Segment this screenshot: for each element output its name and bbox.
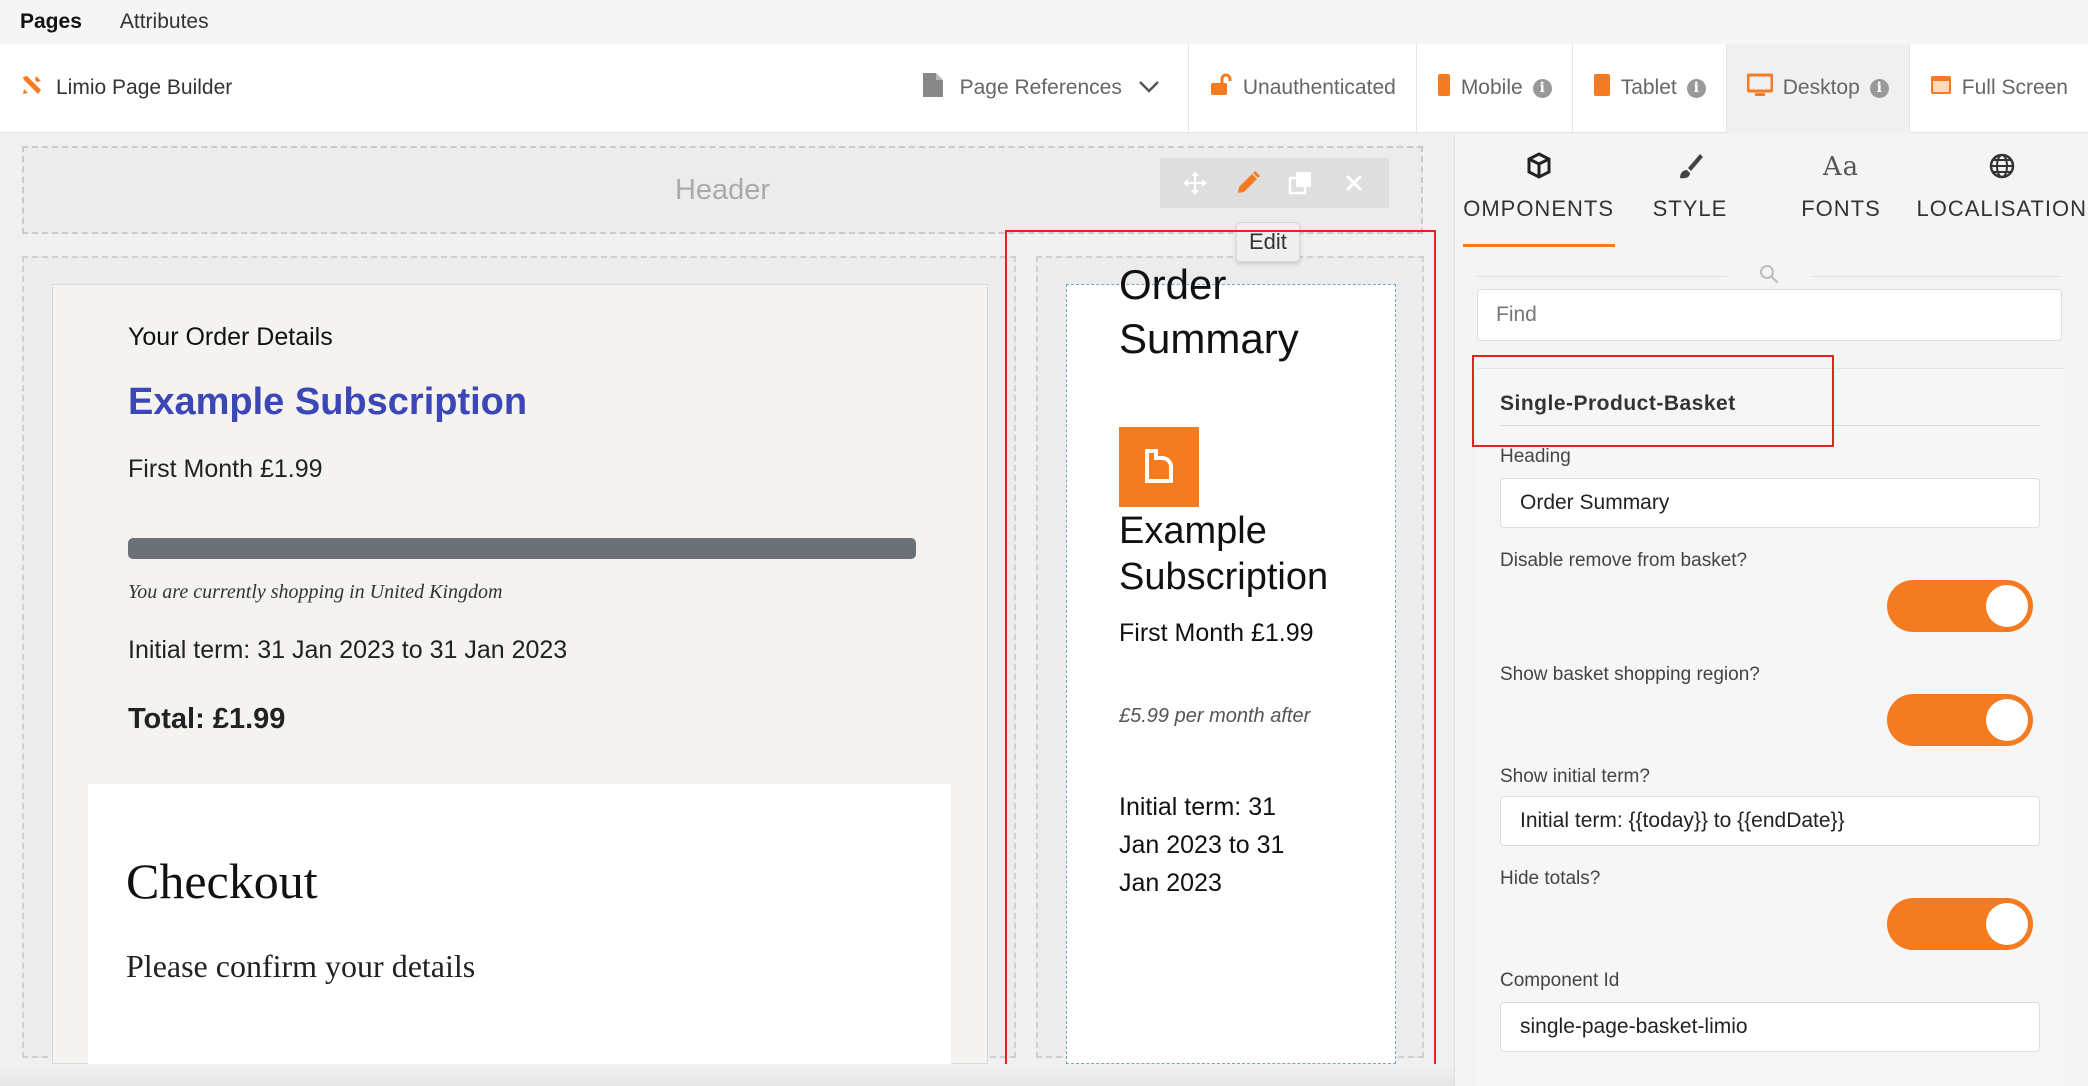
info-icon[interactable]: i [1686,78,1706,98]
search-icon [1759,264,1779,289]
duplicate-icon[interactable] [1281,163,1321,203]
page-references-dropdown[interactable]: Page References [902,44,1188,133]
tab-localisation-label: LOCALISATION [1917,196,2087,221]
toolbar: Limio Page Builder Page References Unaut… [0,43,2088,133]
summary-initial-term: Initial term: 31 Jan 2023 to 31 Jan 2023 [1119,793,1285,897]
properties-panel: COMPONENTS STYLE Aa FONTS LOCALISATION [1454,134,2088,1086]
full-screen-button[interactable]: Full Screen [1908,43,2088,133]
brand: Limio Page Builder [0,73,232,103]
hide-totals-label: Hide totals? [1500,868,1601,889]
divider-bar [128,538,916,559]
component-id-label: Component Id [1500,970,1620,991]
config-divider [1500,425,2040,426]
summary-after-price: £5.99 per month after [1119,705,1311,727]
tab-components-label: COMPONENTS [1464,196,1614,221]
panel-tabs: COMPONENTS STYLE Aa FONTS LOCALISATION [1455,134,2088,249]
tab-components[interactable]: COMPONENTS [1464,152,1614,222]
initial-term-text: Initial term: 31 Jan 2023 to 31 Jan 2023 [128,636,568,664]
component-name: Single-Product-Basket [1500,392,1736,415]
tab-fonts[interactable]: Aa FONTS [1766,152,1916,222]
auth-toggle-button[interactable]: Unauthenticated [1187,43,1416,133]
desktop-label: Desktop [1782,76,1860,99]
find-input[interactable]: Find [1477,289,2062,341]
total-text: Total: £1.99 [128,703,286,735]
summary-product-name: Example Subscription [1119,510,1329,598]
mobile-label: Mobile [1460,76,1523,99]
initial-term-label: Show initial term? [1500,766,1650,787]
font-icon: Aa [1822,152,1860,182]
tablet-view-button[interactable]: Tablet i [1571,43,1726,133]
product-title: Example Subscription [128,381,528,423]
info-icon[interactable]: i [1869,78,1889,98]
component-toolbar [1160,158,1389,208]
tab-style-label: STYLE [1652,196,1728,221]
heading-field[interactable]: Order Summary [1500,478,2040,528]
main-column-slot[interactable]: Your Order Details Example Subscription … [22,256,1016,1084]
page-references-label: Page References [959,76,1122,99]
close-icon[interactable] [1334,163,1374,203]
move-icon[interactable] [1175,163,1215,203]
globe-icon [1917,152,2087,182]
unauthenticated-label: Unauthenticated [1242,76,1396,99]
find-divider [1477,264,2061,288]
tablet-icon [1593,73,1611,103]
header-placeholder: Header [674,173,771,206]
canvas-bottom-edge [0,1064,1454,1086]
menu-attributes[interactable]: Attributes [120,10,209,34]
tab-fonts-label: FONTS [1801,196,1881,221]
edit-tooltip: Edit [1236,222,1300,262]
desktop-view-button[interactable]: Desktop i [1725,43,1909,133]
brand-name: Limio Page Builder [56,76,233,99]
sidebar-column-slot[interactable] [1036,256,1424,1064]
show-region-toggle[interactable] [1887,694,2033,746]
full-screen-label: Full Screen [1961,76,2068,99]
product-price: First Month £1.99 [128,455,323,483]
checkout-title: Checkout [126,853,318,909]
tools-icon [20,73,44,103]
tab-style[interactable]: STYLE [1615,152,1765,222]
cube-icon [1464,152,1614,182]
component-id-field[interactable]: single-page-basket-limio [1500,1002,2040,1052]
disable-remove-label: Disable remove from basket? [1500,550,1748,571]
shopping-region-text: You are currently shopping in United Kin… [128,581,503,603]
disable-remove-toggle[interactable] [1887,580,2033,632]
window-icon [1930,75,1952,101]
mobile-view-button[interactable]: Mobile i [1415,43,1572,133]
order-summary-component[interactable] [1066,284,1396,1064]
document-icon [922,72,944,104]
initial-term-field[interactable]: Initial term: {{today}} to {{endDate}} [1500,796,2040,846]
checkout-subtitle: Please confirm your details [126,948,476,984]
edit-icon[interactable] [1228,163,1268,203]
summary-product-price: First Month £1.99 [1119,619,1314,647]
show-region-label: Show basket shopping region? [1500,664,1760,685]
heading-label: Heading [1500,446,1571,467]
top-menu: Pages Attributes [0,0,2088,44]
mobile-icon [1437,73,1451,103]
checkout-component[interactable]: Checkout Please confirm your details [88,784,951,1084]
brush-icon [1615,152,1765,182]
order-summary-title: Order Summary [1119,261,1299,362]
tab-localisation[interactable]: LOCALISATION [1917,152,2087,222]
desktop-icon [1746,73,1774,103]
tablet-label: Tablet [1620,76,1677,99]
hide-totals-toggle[interactable] [1887,898,2033,950]
info-icon[interactable]: i [1532,78,1552,98]
menu-pages[interactable]: Pages [20,10,82,34]
chevron-down-icon [1138,76,1160,100]
unlock-icon [1209,73,1233,103]
order-details-heading: Your Order Details [128,323,333,351]
page-builder-app: Pages Attributes Limio Page Builder Page… [0,0,2088,1086]
product-logo-icon [1119,427,1199,507]
active-tab-indicator [1463,244,1615,247]
